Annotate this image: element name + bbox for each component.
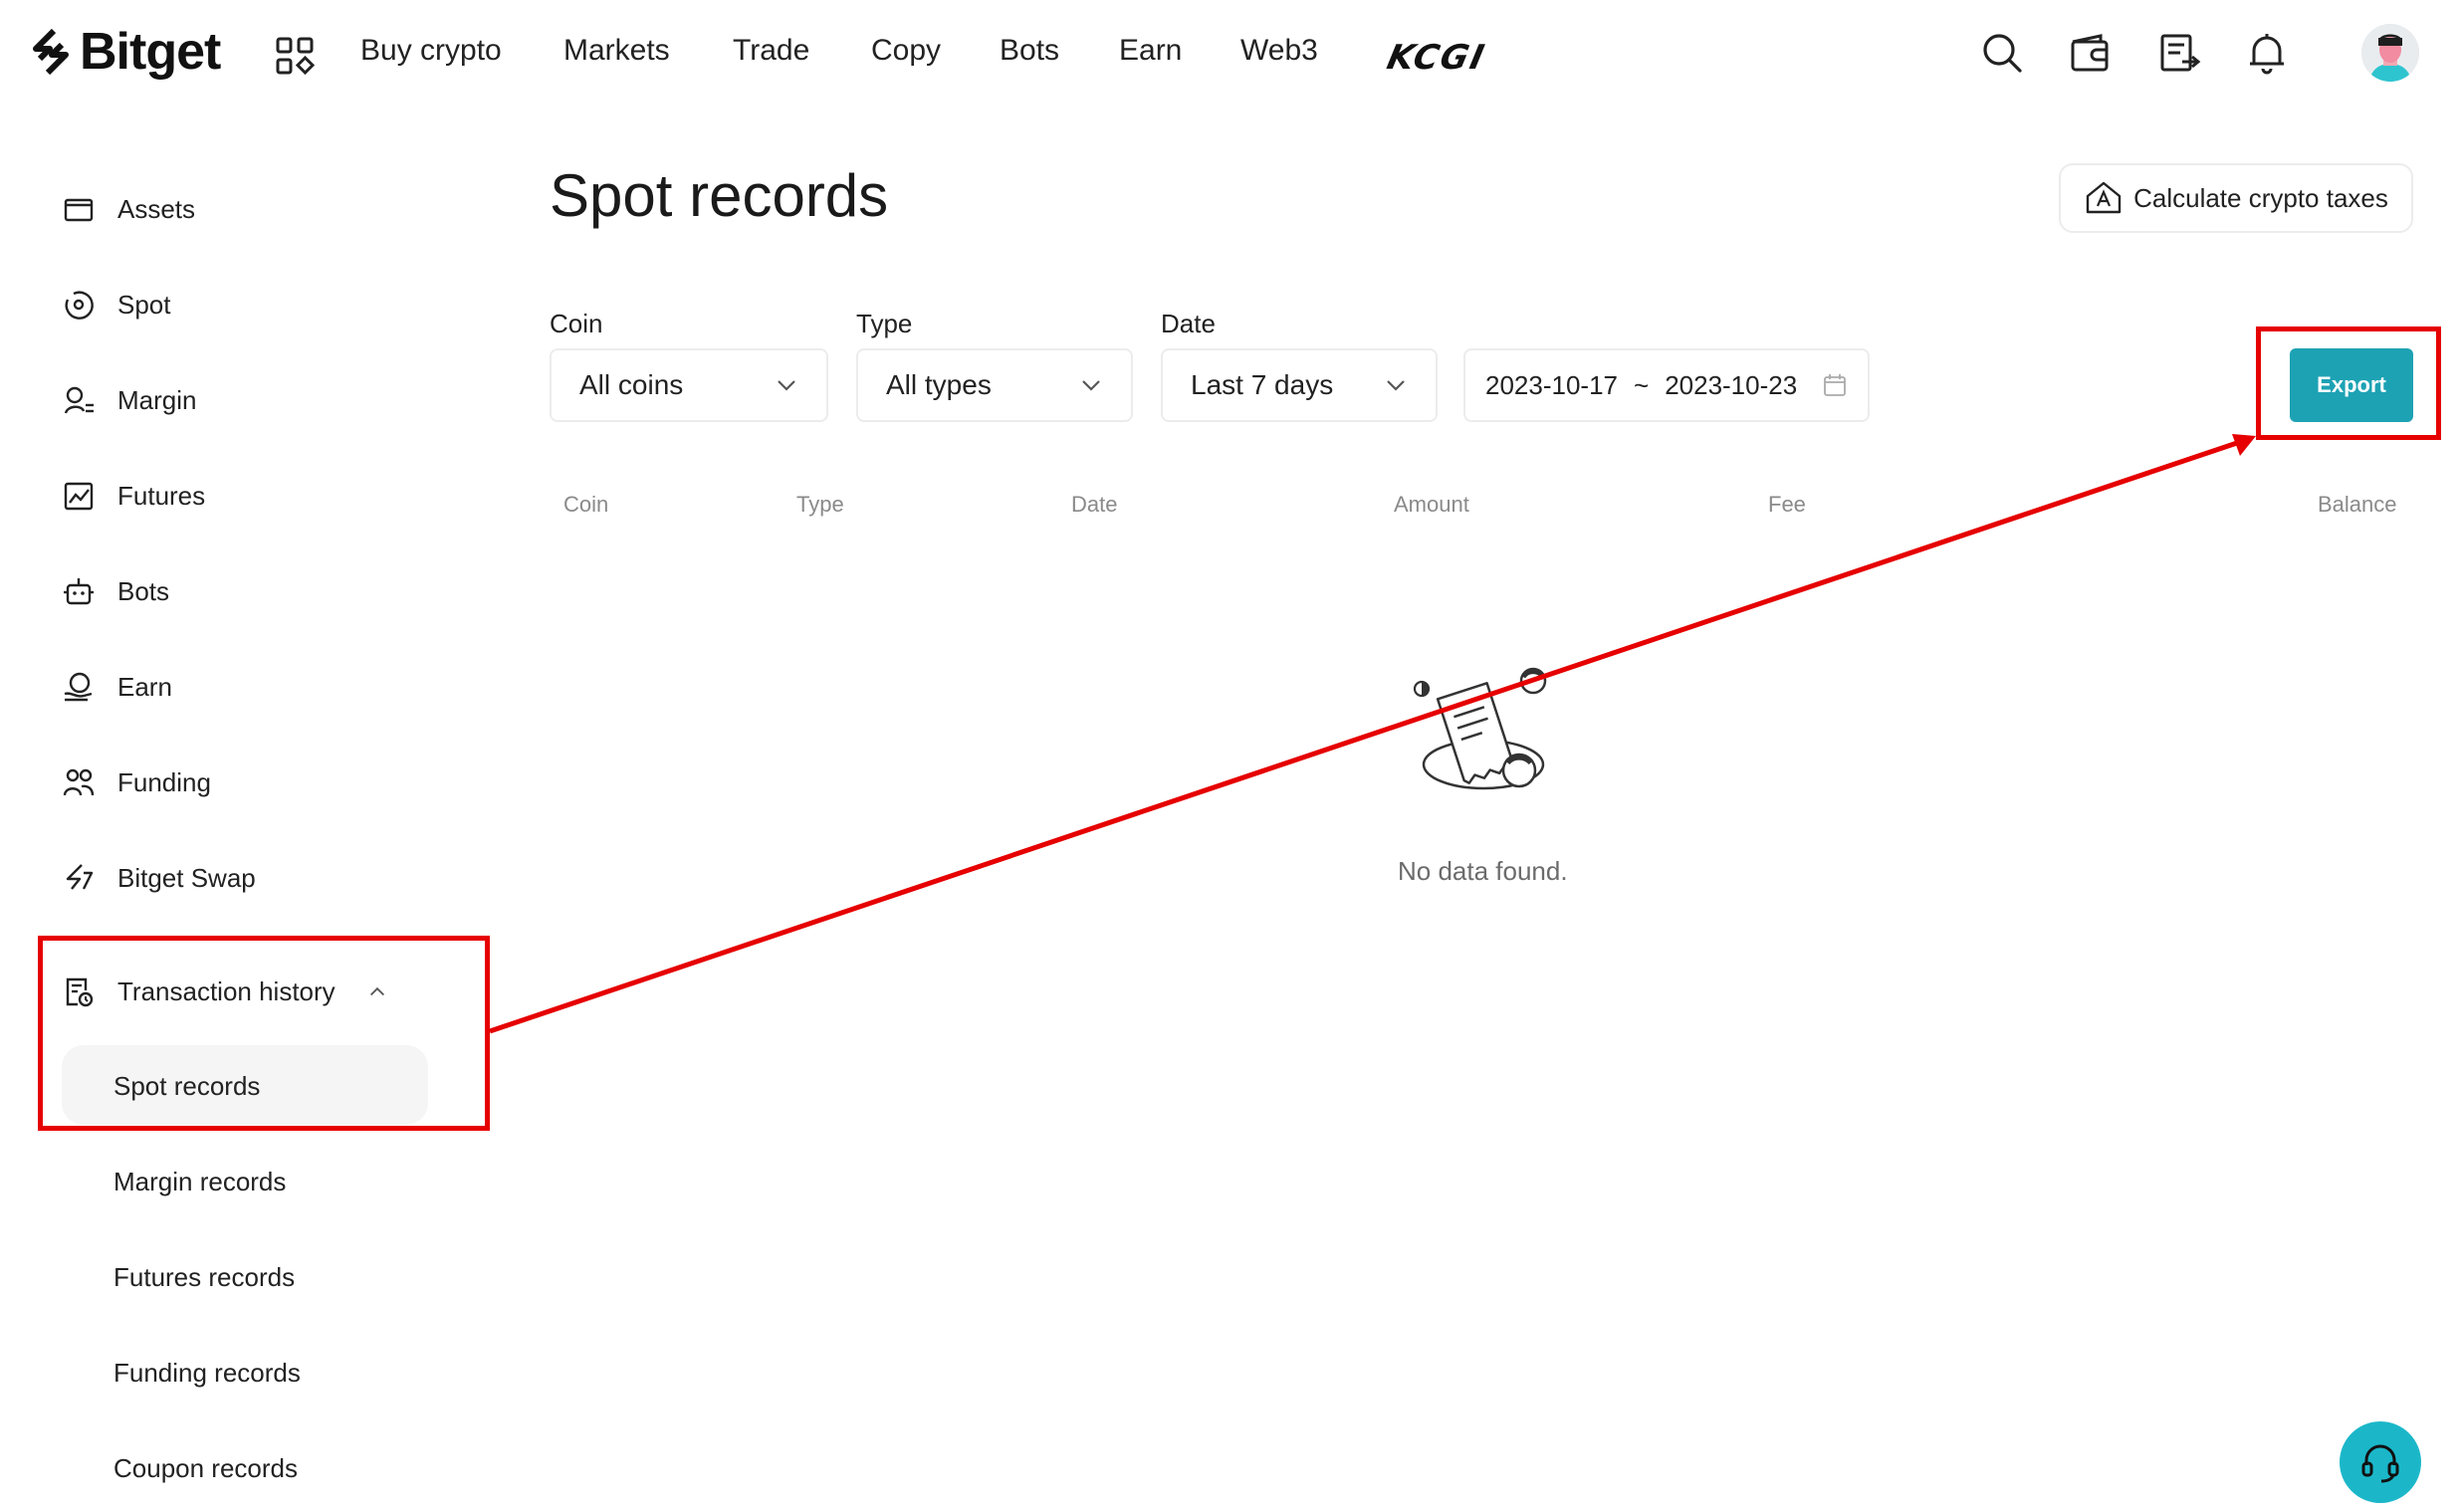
- sidebar-item-funding[interactable]: Funding: [62, 753, 211, 812]
- date-select[interactable]: Last 7 days: [1161, 348, 1438, 422]
- type-select[interactable]: All types: [856, 348, 1133, 422]
- tax-house-icon: [2086, 181, 2122, 214]
- avatar-illustration-icon: [2361, 24, 2419, 82]
- sidebar-item-label: Bitget Swap: [117, 862, 256, 893]
- nav-buy-crypto[interactable]: Buy crypto: [360, 34, 502, 68]
- wallet-icon: [64, 198, 94, 222]
- date-range-end: 2023-10-23: [1665, 369, 1798, 400]
- sidebar-item-label: Assets: [117, 193, 196, 224]
- sidebar-item-earn[interactable]: Earn: [62, 657, 172, 717]
- nav-copy[interactable]: Copy: [871, 34, 941, 68]
- type-select-value: All types: [886, 369, 992, 400]
- orders-icon[interactable]: [2156, 30, 2202, 76]
- column-header-type: Type: [796, 492, 844, 517]
- sidebar-item-bitget-swap[interactable]: Bitget Swap: [62, 848, 256, 908]
- sidebar-item-futures[interactable]: Futures: [62, 466, 205, 526]
- sidebar-subitem-coupon-records[interactable]: Coupon records: [113, 1453, 298, 1484]
- sidebar-item-label: Funding: [117, 766, 211, 797]
- chevron-down-icon: [1082, 380, 1100, 391]
- sidebar-item-label: Spot: [117, 289, 171, 320]
- nav-trade[interactable]: Trade: [733, 34, 809, 68]
- page-title: Spot records: [550, 162, 889, 229]
- sidebar-subitem-funding-records[interactable]: Funding records: [113, 1358, 301, 1389]
- sidebar-item-label: Margin: [117, 384, 197, 415]
- kcgi-promo-logo[interactable]: KCGI: [1384, 38, 1489, 78]
- futures-icon: [64, 482, 94, 511]
- sidebar-item-margin[interactable]: Margin: [62, 370, 196, 430]
- search-icon[interactable]: [1979, 30, 2025, 76]
- swap-icon: [66, 864, 94, 890]
- margin-icon: [64, 386, 94, 414]
- date-range-start: 2023-10-17: [1485, 369, 1618, 400]
- date-range-separator: ~: [1634, 369, 1650, 400]
- column-header-amount: Amount: [1394, 492, 1469, 517]
- sidebar-item-spot[interactable]: Spot: [62, 275, 171, 334]
- sidebar-item-label: Futures: [117, 480, 206, 511]
- nav-earn[interactable]: Earn: [1119, 34, 1182, 68]
- date-filter-label: Date: [1161, 309, 1216, 338]
- chevron-down-icon: [1387, 380, 1405, 391]
- coin-filter-label: Coin: [550, 309, 603, 338]
- calculate-crypto-taxes-button[interactable]: Calculate crypto taxes: [2059, 163, 2413, 233]
- sidebar-item-bots[interactable]: Bots: [62, 561, 169, 621]
- nav-bots[interactable]: Bots: [1000, 34, 1059, 68]
- column-header-coin: Coin: [563, 492, 609, 517]
- column-header-balance: Balance: [2318, 492, 2397, 517]
- coin-select-value: All coins: [579, 369, 684, 400]
- column-header-date: Date: [1071, 492, 1118, 517]
- calendar-icon: [1824, 374, 1846, 396]
- tax-button-label: Calculate crypto taxes: [2133, 182, 2388, 213]
- sidebar-subitem-futures-records[interactable]: Futures records: [113, 1262, 295, 1293]
- column-header-fee: Fee: [1768, 492, 1806, 517]
- nav-web3[interactable]: Web3: [1240, 34, 1318, 68]
- earn-icon: [64, 672, 93, 702]
- bitget-logo-icon: [33, 28, 69, 76]
- empty-state-illustration-icon: [1413, 667, 1547, 790]
- spot-icon: [65, 291, 94, 320]
- sidebar-subitem-margin-records[interactable]: Margin records: [113, 1167, 286, 1197]
- top-navigation: Bitget Buy crypto Markets Trade Copy Bot…: [0, 0, 2461, 109]
- chevron-down-icon: [778, 380, 795, 391]
- bell-icon[interactable]: [2244, 30, 2290, 76]
- sidebar-item-label: Earn: [117, 671, 172, 702]
- coin-select[interactable]: All coins: [550, 348, 828, 422]
- headset-icon: [2361, 1444, 2399, 1483]
- wallet-icon[interactable]: [2067, 30, 2113, 76]
- annotation-box-sidebar: [38, 936, 490, 1131]
- brand-name: Bitget: [80, 23, 221, 81]
- apps-grid-icon[interactable]: [275, 36, 315, 76]
- sidebar-item-assets[interactable]: Assets: [62, 179, 195, 239]
- nav-markets[interactable]: Markets: [563, 34, 670, 68]
- bitget-logo[interactable]: Bitget: [28, 22, 221, 82]
- annotation-box-export: [2256, 326, 2441, 440]
- robot-icon: [64, 578, 94, 605]
- people-icon: [63, 768, 95, 796]
- sidebar-item-label: Bots: [117, 575, 170, 606]
- date-select-value: Last 7 days: [1191, 369, 1334, 400]
- date-range-picker[interactable]: 2023-10-17 ~ 2023-10-23: [1463, 348, 1870, 422]
- type-filter-label: Type: [856, 309, 913, 338]
- empty-state-text: No data found.: [1398, 856, 1568, 886]
- customer-support-button[interactable]: [2340, 1421, 2421, 1503]
- user-avatar[interactable]: [2361, 24, 2419, 82]
